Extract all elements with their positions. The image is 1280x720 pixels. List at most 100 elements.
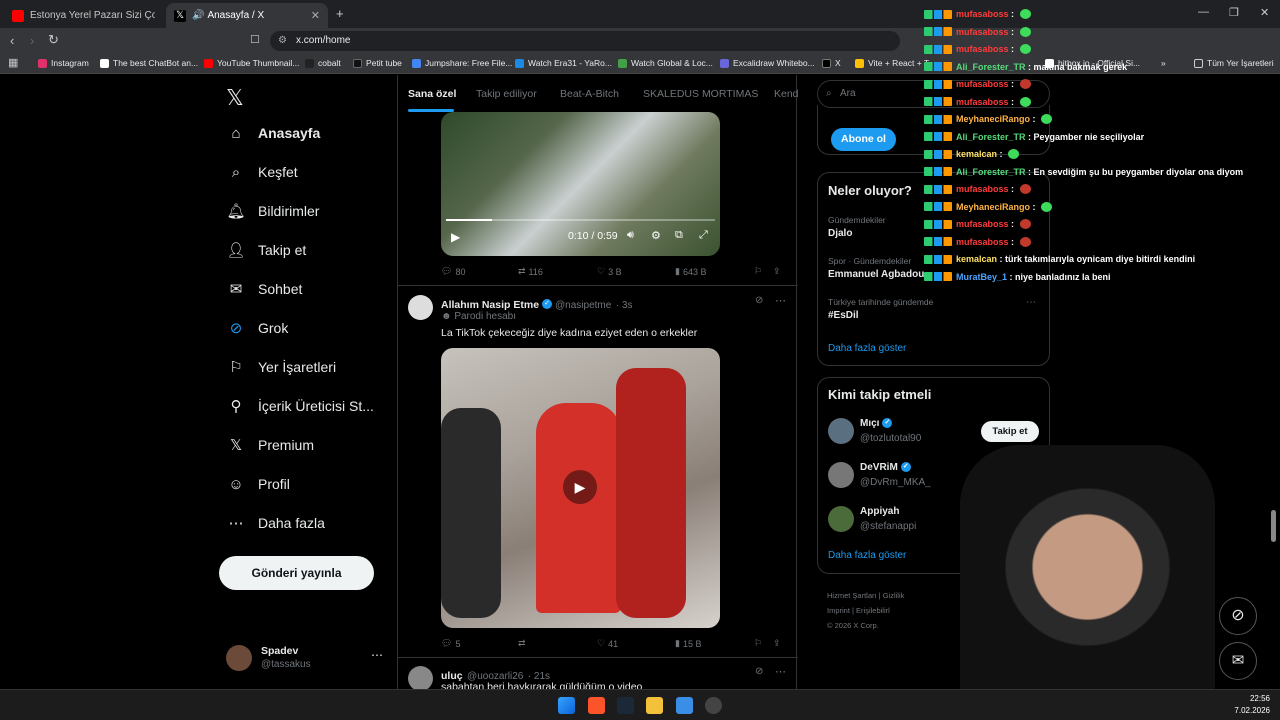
post-button[interactable]: Gönderi yayınla bbox=[219, 556, 374, 590]
sidebar-item-bookmarks[interactable]: ⚐ Yer İşaretleri bbox=[228, 359, 336, 376]
bookmark-item[interactable]: Watch Global & Loc... bbox=[618, 58, 713, 68]
share-icon[interactable]: ⇪ bbox=[773, 638, 781, 649]
obs-icon[interactable] bbox=[705, 697, 722, 714]
forward-icon[interactable]: › bbox=[30, 33, 34, 48]
more-icon[interactable]: ⋯ bbox=[775, 665, 786, 678]
reload-icon[interactable]: ↻ bbox=[48, 32, 59, 48]
avatar[interactable] bbox=[828, 462, 854, 488]
bookmark-item[interactable]: Petit tube bbox=[353, 58, 402, 68]
video-player[interactable]: ▶ 0:10 / 0:59 🔊︎ ⚙ ⧉ ⤢ bbox=[441, 112, 720, 256]
back-icon[interactable]: ‹ bbox=[10, 33, 14, 48]
tweet-handle[interactable]: @nasipetme bbox=[555, 300, 611, 311]
all-bookmarks-folder[interactable]: Tüm Yer İşaretleri bbox=[1194, 58, 1274, 68]
avatar[interactable] bbox=[828, 418, 854, 444]
bookmark-item[interactable]: Vite + React + T bbox=[855, 58, 929, 68]
tweet-author[interactable]: Allahım Nasip Etme bbox=[441, 299, 539, 311]
sidebar-item-more[interactable]: ⋯ Daha fazla bbox=[228, 515, 325, 532]
trend-item[interactable]: Türkiye tarihinde gündemde #EsDil bbox=[828, 297, 1038, 321]
tab-following[interactable]: Takip ediliyor bbox=[476, 88, 537, 100]
tab-list[interactable]: SKALEDUS MORTIMAS bbox=[643, 88, 758, 100]
url-input[interactable]: ⚙ x.com/home bbox=[270, 31, 900, 51]
show-more-link[interactable]: Daha fazla göster bbox=[828, 343, 906, 354]
show-more-link[interactable]: Daha fazla göster bbox=[828, 550, 906, 561]
video-player[interactable]: ▶ bbox=[441, 348, 720, 628]
steam-icon[interactable] bbox=[617, 697, 634, 714]
sidebar-item-chat[interactable]: ✉ Sohbet bbox=[228, 281, 303, 298]
bookmark-icon[interactable]: ⚐ bbox=[754, 266, 762, 277]
tab-for-you[interactable]: Sana özel bbox=[408, 88, 456, 100]
sidebar-item-notifications[interactable]: 🔔︎ Bildirimler bbox=[226, 203, 319, 220]
like-action[interactable]: ♡ 3 B bbox=[597, 266, 625, 277]
grok-icon[interactable]: ⊘ bbox=[755, 666, 763, 677]
tab-estonya[interactable]: Estonya Yerel Pazarı Sizi Çok Şaşırtacak bbox=[4, 3, 164, 28]
tab-list[interactable]: Beat-A-Bitch bbox=[560, 88, 619, 100]
follow-button[interactable]: Takip et bbox=[981, 421, 1039, 442]
sidebar-item-profile[interactable]: ☺ Profil bbox=[228, 476, 290, 493]
more-icon[interactable]: ⋯ bbox=[371, 648, 383, 662]
tweet-time[interactable]: · 3s bbox=[616, 300, 633, 311]
scrollbar-thumb[interactable] bbox=[1271, 510, 1276, 542]
footer-link[interactable]: Erişilebilirl bbox=[856, 606, 890, 615]
settings-icon[interactable]: ⚙ bbox=[651, 229, 661, 242]
bookmarks-overflow-icon[interactable]: » bbox=[1161, 58, 1166, 68]
grok-float-button[interactable]: ⊘ bbox=[1219, 597, 1257, 635]
subscribe-button[interactable]: Abone ol bbox=[831, 128, 896, 151]
windows-start-icon[interactable] bbox=[558, 697, 575, 714]
messages-float-button[interactable]: ✉ bbox=[1219, 642, 1257, 680]
repost-action[interactable]: ⇄ 116 bbox=[518, 266, 546, 277]
reply-action[interactable]: 💬︎ 5 bbox=[441, 638, 463, 649]
sidebar-item-creator-studio[interactable]: ⚲ İçerik Üreticisi St... bbox=[228, 398, 374, 415]
footer-link[interactable]: Imprint bbox=[827, 606, 850, 615]
share-icon[interactable]: ⇪ bbox=[773, 266, 781, 277]
x-logo-icon[interactable]: 𝕏 bbox=[226, 85, 244, 111]
avatar[interactable] bbox=[408, 295, 433, 320]
fullscreen-icon[interactable]: ⤢ bbox=[699, 229, 708, 242]
footer-link[interactable]: Hizmet Şartları bbox=[827, 591, 877, 600]
reply-action[interactable]: 💬︎ 80 bbox=[441, 266, 468, 277]
bookmark-page-icon[interactable]: ☐ bbox=[250, 33, 260, 46]
tab-list[interactable]: Kend bbox=[774, 88, 799, 100]
settings-app-icon[interactable] bbox=[676, 697, 693, 714]
footer-link[interactable]: Gizlilik bbox=[883, 591, 905, 600]
more-icon[interactable]: ⋯ bbox=[775, 294, 786, 307]
bookmark-item[interactable]: Excalidraw Whitebo... bbox=[720, 58, 815, 68]
bookmark-item[interactable]: X bbox=[822, 58, 841, 68]
sidebar-item-home[interactable]: ⌂ Anasayfa bbox=[228, 125, 320, 142]
apps-icon[interactable]: ▦ bbox=[8, 56, 18, 69]
bookmark-item[interactable]: YouTube Thumbnail... bbox=[204, 58, 299, 68]
sidebar-item-follow[interactable]: 👤︎ Takip et bbox=[226, 242, 306, 259]
bookmark-item[interactable]: cobalt bbox=[305, 58, 341, 68]
repost-action[interactable]: ⇄ bbox=[518, 638, 532, 649]
sidebar-item-premium[interactable]: 𝕏 Premium bbox=[228, 437, 314, 454]
follow-name[interactable]: DeVRiM ✓ bbox=[860, 462, 914, 473]
avatar[interactable] bbox=[828, 506, 854, 532]
tab-anasayfa[interactable]: 𝕏 🔊 Anasayfa / X ✕ bbox=[166, 3, 328, 28]
account-switcher[interactable]: Spadev @tassakus ⋯ bbox=[226, 644, 396, 676]
minimize-button[interactable]: — bbox=[1198, 6, 1209, 18]
close-window-button[interactable]: ✕ bbox=[1260, 6, 1269, 19]
grok-icon[interactable]: ⊘ bbox=[755, 295, 763, 306]
sidebar-item-grok[interactable]: ⊘ Grok bbox=[228, 320, 289, 337]
bookmark-item[interactable]: Watch Era31 - YaRo... bbox=[515, 58, 612, 68]
volume-icon[interactable]: 🔊︎ bbox=[627, 229, 634, 242]
bookmark-icon[interactable]: ⚐ bbox=[754, 638, 762, 649]
site-settings-icon[interactable]: ⚙ bbox=[278, 31, 287, 51]
play-icon[interactable]: ▶ bbox=[563, 470, 597, 504]
like-action[interactable]: ♡ 41 bbox=[597, 638, 621, 649]
brave-browser-icon[interactable] bbox=[588, 697, 605, 714]
file-explorer-icon[interactable] bbox=[646, 697, 663, 714]
more-icon[interactable]: ⋯ bbox=[1026, 297, 1036, 308]
bookmark-item[interactable]: Jumpshare: Free File... bbox=[412, 58, 512, 68]
bookmark-item[interactable]: Instagram bbox=[38, 58, 89, 68]
play-icon[interactable]: ▶ bbox=[451, 230, 460, 244]
avatar[interactable] bbox=[408, 666, 433, 689]
bookmark-item[interactable]: The best ChatBot an... bbox=[100, 58, 198, 68]
pip-icon[interactable]: ⧉ bbox=[675, 229, 683, 242]
views-action[interactable]: ▮ 643 B bbox=[675, 266, 709, 277]
maximize-button[interactable]: ❐ bbox=[1229, 6, 1239, 19]
close-tab-icon[interactable]: ✕ bbox=[311, 9, 320, 22]
views-action[interactable]: ▮ 15 B bbox=[675, 638, 704, 649]
new-tab-button[interactable]: + bbox=[336, 6, 344, 21]
follow-name[interactable]: Appiyah bbox=[860, 506, 899, 517]
sidebar-item-explore[interactable]: ⌕ Keşfet bbox=[228, 164, 298, 181]
